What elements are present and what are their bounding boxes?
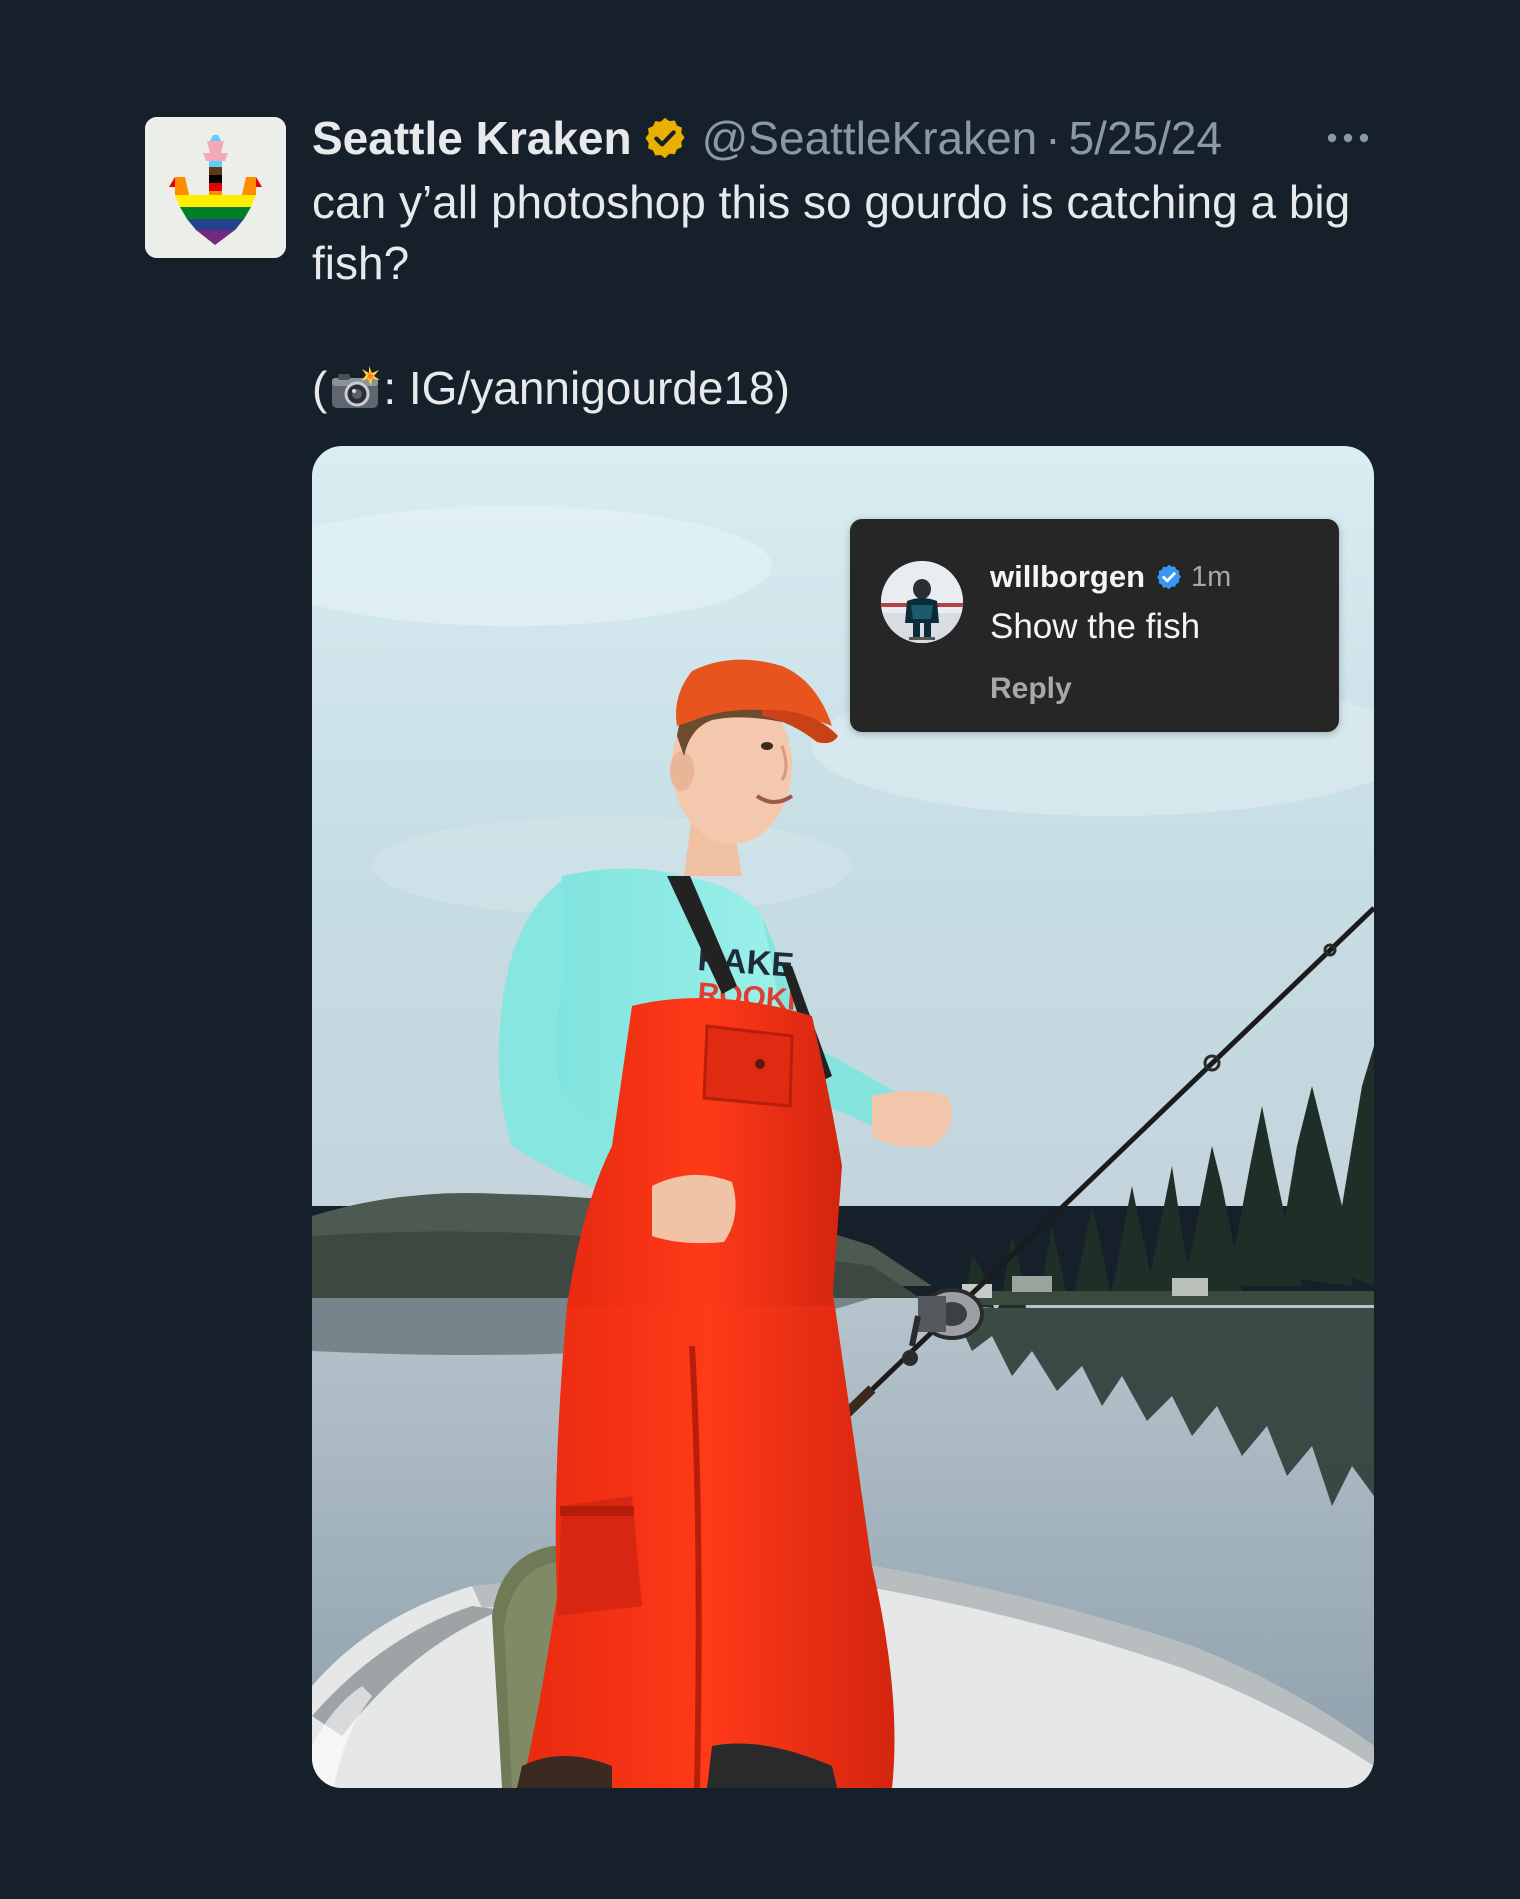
separator-dot: · — [1045, 112, 1061, 164]
verified-badge-icon — [642, 115, 688, 161]
user-handle[interactable]: @SeattleKraken — [702, 108, 1038, 168]
commenter-avatar[interactable] — [881, 561, 963, 643]
verified-badge-icon — [1155, 563, 1183, 591]
commenter-row: willborgen 1m — [990, 559, 1231, 595]
credit-prefix: ( — [312, 362, 328, 414]
kraken-pride-anchor-logo — [145, 117, 286, 258]
tweet-date[interactable]: 5/25/24 — [1069, 108, 1222, 168]
reply-link[interactable]: Reply — [990, 672, 1072, 706]
photo-credit: ( : IG/yannigourde18) — [312, 358, 1372, 419]
comment-time: 1m — [1191, 560, 1232, 593]
commenter-username[interactable]: willborgen — [990, 559, 1145, 595]
more-horizontal-icon[interactable] — [1325, 120, 1371, 156]
tweet-body: can y’all photoshop this so gourdo is ca… — [312, 176, 1351, 289]
comment-text: Show the fish — [990, 607, 1201, 646]
credit-suffix: : IG/yannigourde18) — [383, 362, 790, 414]
profile-avatar[interactable] — [145, 117, 286, 258]
camera-flash-emoji-icon — [329, 364, 381, 412]
instagram-comment-card: willborgen 1m Show the fish Reply — [850, 519, 1339, 732]
tweet-header: Seattle Kraken @SeattleKraken · 5/25/24 — [312, 108, 1222, 168]
display-name[interactable]: Seattle Kraken — [312, 108, 632, 168]
tweet-media[interactable]: RAKE ROOKI willborgen 1m Show the fish R… — [312, 446, 1374, 1788]
tweet-text: can y’all photoshop this so gourdo is ca… — [312, 172, 1372, 419]
